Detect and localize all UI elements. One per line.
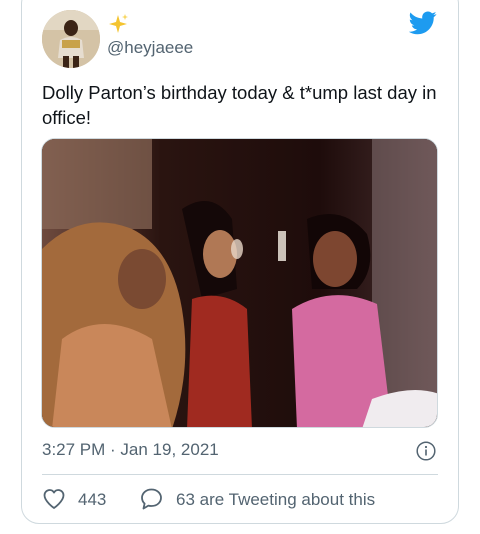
avatar[interactable] <box>42 10 100 68</box>
user-handle[interactable]: @heyjaeee <box>107 38 193 58</box>
tweet-timestamp[interactable]: 3:27 PM · Jan 19, 2021 <box>42 440 219 460</box>
reply-count-text[interactable]: 63 are Tweeting about this <box>176 490 375 510</box>
like-count[interactable]: 443 <box>78 490 106 510</box>
heart-icon[interactable] <box>42 487 66 511</box>
tweet-text: Dolly Parton’s birthday today & t*ump la… <box>42 82 437 128</box>
tweet-media-gif[interactable] <box>41 138 438 428</box>
sparkles-icon <box>107 13 129 35</box>
twitter-bird-icon[interactable] <box>408 11 437 35</box>
divider <box>42 474 438 475</box>
speech-bubble-icon[interactable] <box>139 487 164 511</box>
info-icon[interactable] <box>416 441 436 461</box>
